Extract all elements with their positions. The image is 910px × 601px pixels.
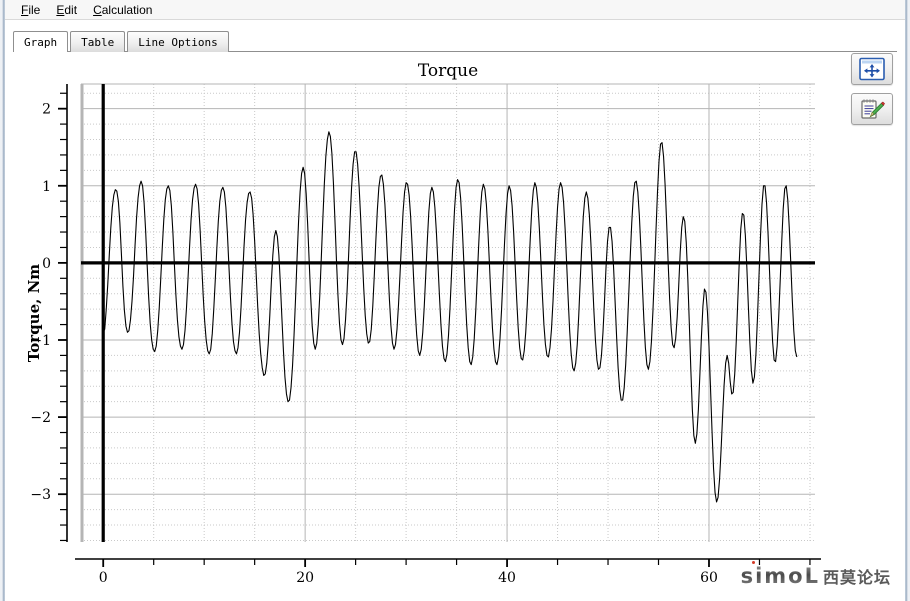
menu-file-rest: ile — [28, 2, 41, 17]
menu-bar: File Edit Calculation — [5, 0, 905, 20]
edit-properties-button[interactable] — [851, 93, 893, 125]
notepad-pencil-icon — [861, 99, 885, 119]
menu-item-calculation[interactable]: Calculation — [85, 2, 160, 18]
watermark-latin: simoL — [741, 561, 820, 588]
x-tick-label: 0 — [99, 570, 108, 586]
y-tick-label: 2 — [42, 102, 51, 118]
tab-graph[interactable]: Graph — [13, 31, 69, 53]
x-tick-group — [102, 559, 811, 567]
chart-toolbar — [851, 53, 897, 133]
chart-title: Torque — [418, 61, 478, 81]
client-area: Graph Table Line Options 0 20 40 60 2 1 0 −1 −2−… — [5, 21, 905, 601]
y-tick-label: 0 — [42, 256, 51, 272]
plot-background — [81, 84, 815, 542]
menu-calculation-rest: alculation — [101, 2, 153, 17]
y-axis-label: Torque, Nm — [25, 264, 43, 362]
tab-line-options-label: Line Options — [138, 35, 218, 49]
move-arrows-icon — [859, 57, 885, 81]
watermark-dot — [751, 561, 755, 564]
y-tick-label: −2 — [30, 410, 51, 426]
menu-edit-rest: dit — [64, 2, 78, 17]
x-tick-label: 20 — [296, 570, 314, 586]
tab-line-options[interactable]: Line Options — [127, 31, 229, 52]
y-tick-label: 1 — [42, 179, 51, 195]
watermark-cjk: 西莫论坛 — [822, 568, 891, 587]
torque-chart[interactable]: 0204060210−1−2−3TorqueAngle, degTorque, … — [13, 52, 897, 593]
window-border-right — [905, 0, 910, 601]
y-tick-label: −3 — [30, 487, 51, 503]
y-tick-group — [58, 92, 67, 542]
graph-panel: 0204060210−1−2−3TorqueAngle, degTorque, … — [13, 52, 897, 593]
x-tick-label: 40 — [498, 570, 516, 586]
tab-graph-label: Graph — [24, 35, 58, 49]
x-tick-label: 60 — [700, 570, 718, 586]
menu-calculation-accel: C — [93, 2, 102, 17]
tab-table[interactable]: Table — [70, 31, 126, 52]
tab-table-label: Table — [81, 35, 115, 49]
menu-item-edit[interactable]: Edit — [48, 2, 85, 18]
tabs-row: Graph Table Line Options — [13, 31, 231, 53]
tab-strip: Graph Table Line Options — [13, 31, 897, 53]
watermark: simoL 西莫论坛 — [741, 561, 891, 588]
pan-zoom-button[interactable] — [851, 53, 893, 85]
application-window: File Edit Calculation Graph Table Line O… — [0, 0, 910, 601]
menu-item-file[interactable]: File — [13, 2, 48, 18]
